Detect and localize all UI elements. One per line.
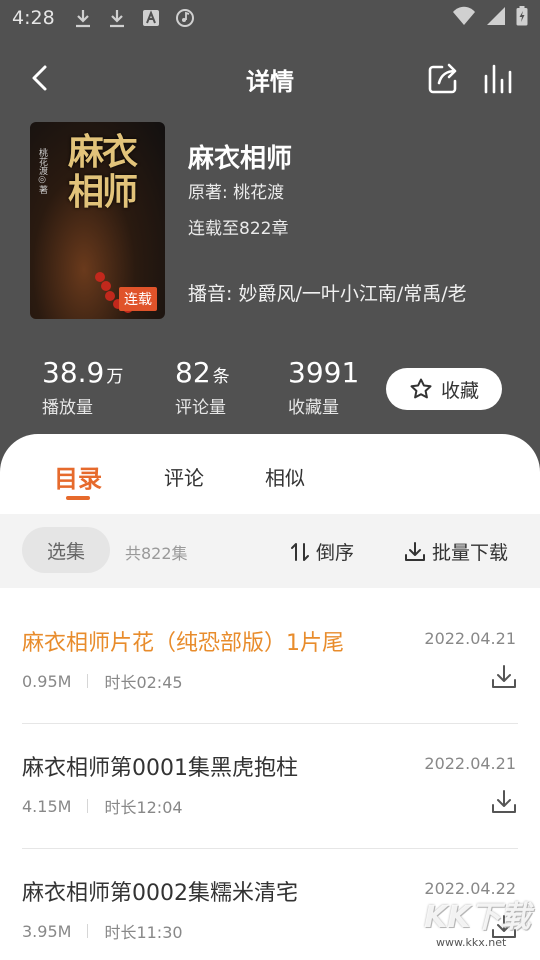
download-icon xyxy=(492,915,516,938)
book-progress: 连载至822章 xyxy=(188,219,289,239)
episode-meta: 4.15M 时长12:04 xyxy=(22,794,183,818)
sort-icon xyxy=(291,542,309,561)
select-episodes-button[interactable]: 选集 xyxy=(22,527,110,573)
stat-value: 82 xyxy=(175,356,211,389)
star-icon xyxy=(410,378,432,399)
meta-divider xyxy=(87,674,89,688)
episode-total: 共822集 xyxy=(125,544,188,563)
download-icon xyxy=(405,541,425,561)
episode-title: 麻衣相师第0001集黑虎抱柱 xyxy=(22,756,298,781)
episode-date: 2022.04.21 xyxy=(424,629,516,648)
sort-button[interactable]: 倒序 xyxy=(290,538,354,565)
episode-item[interactable]: 麻衣相师片花（纯恐部版）1片尾 2022.04.21 0.95M 时长02:45 xyxy=(0,599,540,724)
episode-title: 麻衣相师片花（纯恐部版）1片尾 xyxy=(22,631,344,656)
download-icon xyxy=(492,665,516,688)
favorite-label: 收藏 xyxy=(440,379,479,402)
episode-download-button[interactable] xyxy=(490,663,518,691)
sort-label: 倒序 xyxy=(316,542,355,564)
battery-icon xyxy=(516,5,528,31)
book-narrator: 播音: 妙爵风/一叶小江南/常禹/老 xyxy=(188,283,467,305)
stat-label: 收藏量 xyxy=(288,398,339,418)
top-bar: 详情 xyxy=(0,50,540,108)
batch-download-button[interactable]: 批量下载 xyxy=(404,538,508,565)
episode-title: 麻衣相师第0002集糯米清宅 xyxy=(22,881,298,906)
cover-title: 麻衣相师 xyxy=(68,131,138,213)
episode-date: 2022.04.22 xyxy=(424,879,516,898)
episode-meta: 3.95M 时长11:30 xyxy=(22,919,183,943)
tab-similar[interactable]: 相似 xyxy=(265,462,305,491)
status-time: 4:28 xyxy=(12,7,55,29)
signal-icon xyxy=(486,6,506,31)
download-notification-icon xyxy=(73,8,93,28)
share-button[interactable] xyxy=(426,62,462,98)
app-notification-icon xyxy=(141,8,161,28)
tab-catalog[interactable]: 目录 xyxy=(54,459,102,494)
content-sheet: 目录 评论 相似 选集 共822集 倒序 批量下载 麻衣相师片花（纯恐部版）1片… xyxy=(0,434,540,960)
episode-item[interactable]: 麻衣相师第0001集黑虎抱柱 2022.04.21 4.15M 时长12:04 xyxy=(0,724,540,849)
catalog-toolbar: 选集 共822集 倒序 批量下载 xyxy=(0,514,540,588)
download-notification-icon-2 xyxy=(107,8,127,28)
book-author: 原著: 桃花渡 xyxy=(188,183,285,203)
cover-author: 桃花渡◎著 xyxy=(37,148,47,194)
book-name: 麻衣相师 xyxy=(188,144,293,174)
meta-divider xyxy=(87,799,89,813)
status-bar: 4:28 xyxy=(0,0,540,36)
episode-duration: 时长11:30 xyxy=(104,923,183,942)
stat-label: 评论量 xyxy=(175,398,226,418)
episode-download-button[interactable] xyxy=(490,788,518,816)
episode-size: 3.95M xyxy=(22,921,72,941)
book-cover[interactable]: 麻衣相师 桃花渡◎著 连载 xyxy=(30,122,165,319)
episode-download-button[interactable] xyxy=(490,913,518,941)
share-icon xyxy=(428,63,457,94)
favorite-button[interactable]: 收藏 xyxy=(386,368,502,410)
stat-value: 3991 xyxy=(288,356,360,389)
episode-size: 4.15M xyxy=(22,796,72,816)
stat-unit: 万 xyxy=(106,367,124,387)
meta-divider xyxy=(87,924,89,938)
stat-comments: 82 条 评论量 xyxy=(175,356,230,418)
episode-meta: 0.95M 时长02:45 xyxy=(22,669,183,693)
episode-size: 0.95M xyxy=(22,671,72,691)
batch-download-label: 批量下载 xyxy=(432,542,509,564)
episode-duration: 时长02:45 xyxy=(104,673,183,692)
stat-plays: 38.9 万 播放量 xyxy=(42,356,123,418)
ranking-button[interactable] xyxy=(482,62,518,98)
episode-duration: 时长12:04 xyxy=(104,798,183,817)
serializing-badge: 连载 xyxy=(119,287,157,311)
active-tab-indicator xyxy=(66,496,90,500)
tab-comments[interactable]: 评论 xyxy=(164,462,204,491)
episode-item[interactable]: 麻衣相师第0002集糯米清宅 2022.04.22 3.95M 时长11:30 xyxy=(0,849,540,960)
stat-unit: 条 xyxy=(212,367,230,387)
stat-label: 播放量 xyxy=(42,398,93,418)
stat-favorites: 3991 收藏量 xyxy=(288,356,361,418)
music-notification-icon xyxy=(175,8,195,28)
bar-chart-icon xyxy=(484,64,512,94)
download-icon xyxy=(492,790,516,813)
wifi-icon xyxy=(452,6,476,31)
episode-date: 2022.04.21 xyxy=(424,754,516,773)
stat-value: 38.9 xyxy=(42,356,105,389)
